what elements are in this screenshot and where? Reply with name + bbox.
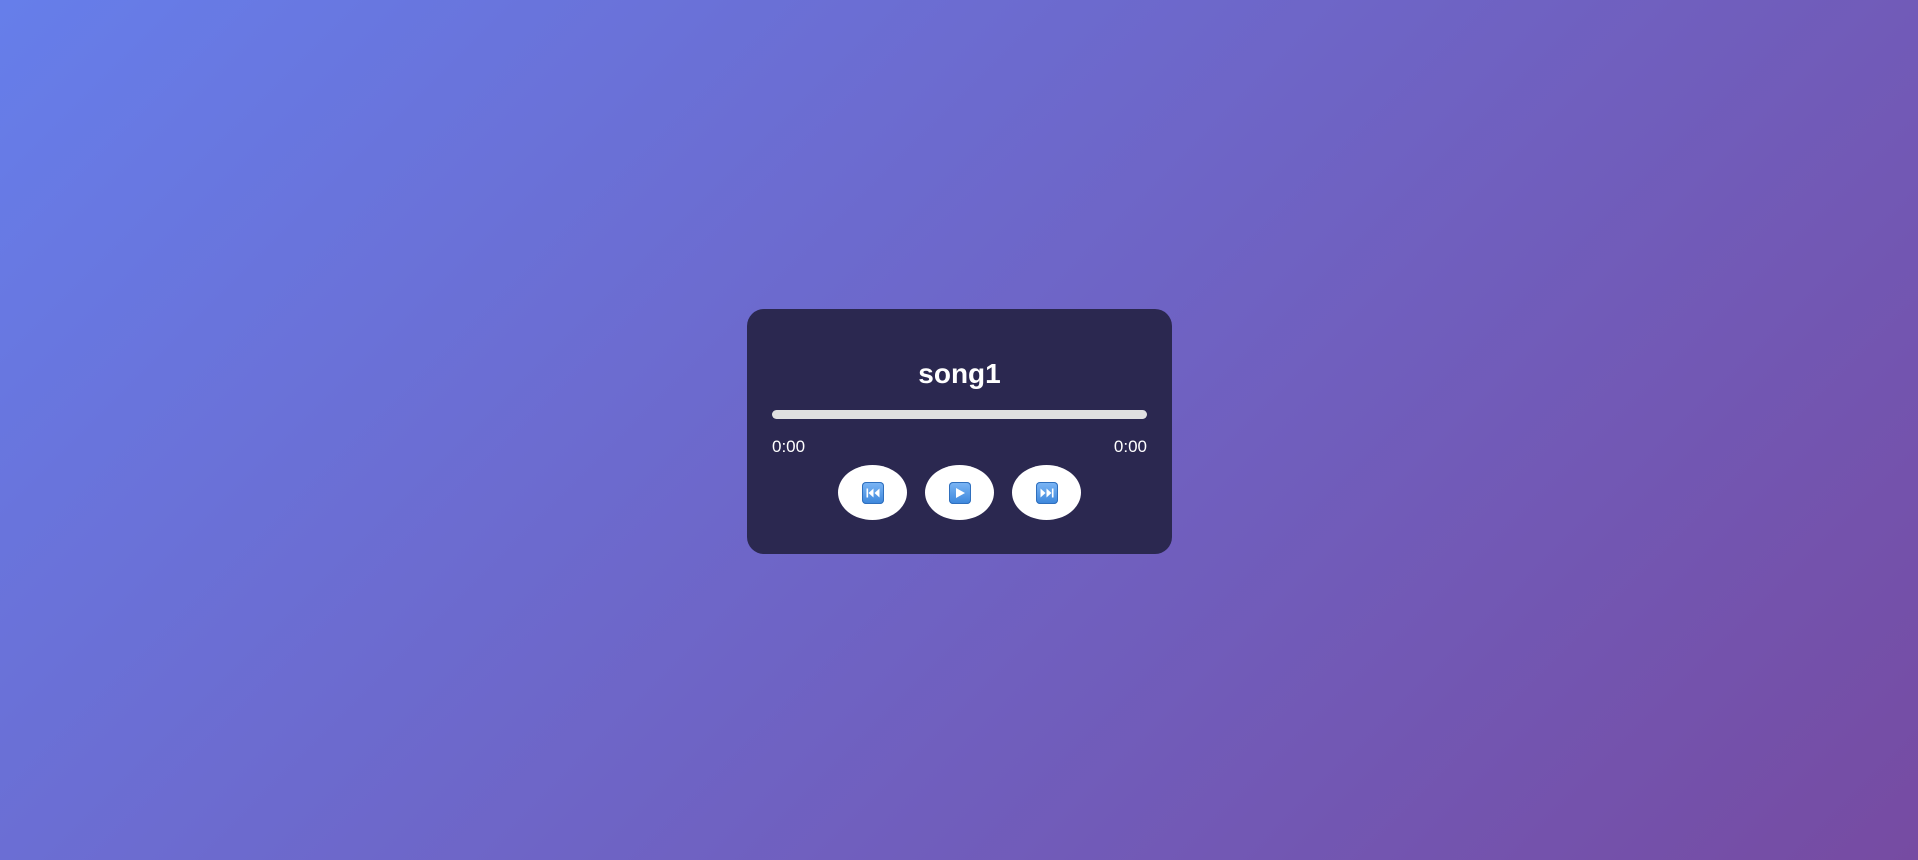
music-player-card: song1 0:00 0:00 (747, 309, 1172, 554)
next-track-icon (1035, 481, 1058, 504)
duration-time: 0:00 (1113, 437, 1147, 456)
time-row: 0:00 0:00 (772, 437, 1147, 457)
current-time: 0:00 (772, 437, 806, 456)
previous-track-icon (861, 481, 884, 504)
play-button[interactable] (925, 465, 994, 520)
song-title: song1 (918, 358, 1001, 389)
next-button[interactable] (1012, 465, 1081, 520)
play-icon (948, 481, 971, 504)
previous-button[interactable] (838, 465, 907, 520)
progress-bar[interactable] (772, 410, 1147, 419)
page-background: { "player": { "song_title": "song1", "pr… (0, 0, 1918, 860)
playback-controls (772, 465, 1147, 520)
